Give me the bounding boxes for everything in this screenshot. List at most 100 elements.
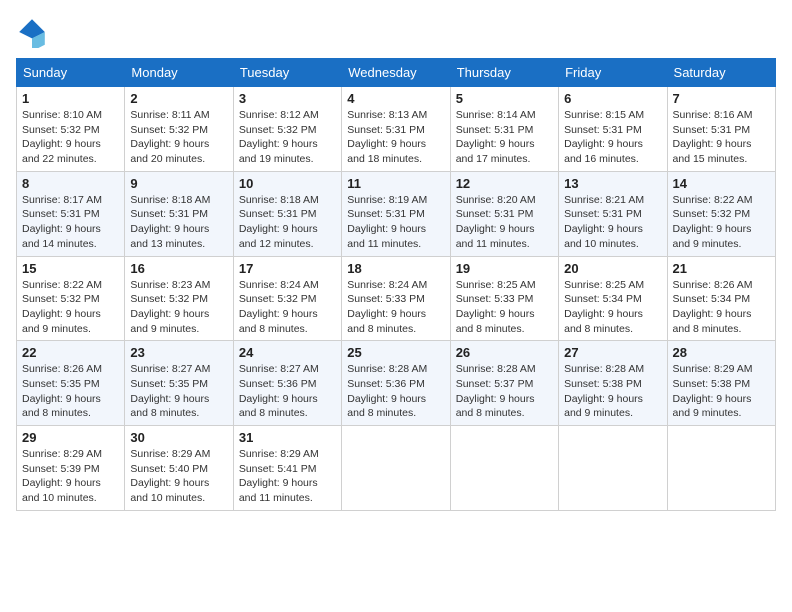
- calendar-week-row: 22Sunrise: 8:26 AM Sunset: 5:35 PM Dayli…: [17, 341, 776, 426]
- day-number: 23: [130, 345, 227, 360]
- day-info: Sunrise: 8:28 AM Sunset: 5:38 PM Dayligh…: [564, 362, 661, 421]
- calendar-cell: 10 Sunrise: 8:18 AM Sunset: 5:31 PM Dayli…: [233, 171, 341, 256]
- day-info: Sunrise: 8:24 AM Sunset: 5:33 PM Dayligh…: [347, 278, 444, 337]
- day-number: 19: [456, 261, 553, 276]
- calendar-cell: 30 Sunrise: 8:29 AM Sunset: 5:40 PM Dayli…: [125, 426, 233, 511]
- logo: [16, 16, 52, 48]
- calendar-cell: 21Sunrise: 8:26 AM Sunset: 5:34 PM Dayli…: [667, 256, 775, 341]
- calendar-cell: 16 Sunrise: 8:23 AM Sunset: 5:32 PM Dayli…: [125, 256, 233, 341]
- day-info: Sunrise: 8:10 AM Sunset: 5:32 PM Dayligh…: [22, 108, 119, 167]
- logo-icon: [16, 16, 48, 48]
- calendar-cell: 9Sunrise: 8:18 AM Sunset: 5:31 PM Daylig…: [125, 171, 233, 256]
- calendar-week-row: 1Sunrise: 8:10 AM Sunset: 5:32 PM Daylig…: [17, 87, 776, 172]
- day-info: Sunrise: 8:23 AM Sunset: 5:32 PM Dayligh…: [130, 278, 227, 337]
- day-info: Sunrise: 8:29 AM Sunset: 5:40 PM Dayligh…: [130, 447, 227, 506]
- day-number: 24: [239, 345, 336, 360]
- calendar-cell: 31Sunrise: 8:29 AM Sunset: 5:41 PM Dayli…: [233, 426, 341, 511]
- day-info: Sunrise: 8:27 AM Sunset: 5:36 PM Dayligh…: [239, 362, 336, 421]
- day-info: Sunrise: 8:15 AM Sunset: 5:31 PM Dayligh…: [564, 108, 661, 167]
- calendar-body: 1Sunrise: 8:10 AM Sunset: 5:32 PM Daylig…: [17, 87, 776, 511]
- calendar-cell: 25 Sunrise: 8:28 AM Sunset: 5:36 PM Dayli…: [342, 341, 450, 426]
- dow-header: Tuesday: [233, 59, 341, 87]
- day-info: Sunrise: 8:18 AM Sunset: 5:31 PM Dayligh…: [239, 193, 336, 252]
- day-info: Sunrise: 8:25 AM Sunset: 5:33 PM Dayligh…: [456, 278, 553, 337]
- calendar-cell: 5Sunrise: 8:14 AM Sunset: 5:31 PM Daylig…: [450, 87, 558, 172]
- day-info: Sunrise: 8:24 AM Sunset: 5:32 PM Dayligh…: [239, 278, 336, 337]
- day-number: 7: [673, 91, 770, 106]
- day-info: Sunrise: 8:17 AM Sunset: 5:31 PM Dayligh…: [22, 193, 119, 252]
- day-number: 6: [564, 91, 661, 106]
- dow-header: Wednesday: [342, 59, 450, 87]
- day-info: Sunrise: 8:25 AM Sunset: 5:34 PM Dayligh…: [564, 278, 661, 337]
- day-info: Sunrise: 8:26 AM Sunset: 5:35 PM Dayligh…: [22, 362, 119, 421]
- day-number: 20: [564, 261, 661, 276]
- page-header: [16, 16, 776, 48]
- calendar-cell: 4 Sunrise: 8:13 AM Sunset: 5:31 PM Daylig…: [342, 87, 450, 172]
- calendar-cell: 24 Sunrise: 8:27 AM Sunset: 5:36 PM Dayli…: [233, 341, 341, 426]
- day-number: 15: [22, 261, 119, 276]
- day-info: Sunrise: 8:28 AM Sunset: 5:36 PM Dayligh…: [347, 362, 444, 421]
- calendar-cell: 1Sunrise: 8:10 AM Sunset: 5:32 PM Daylig…: [17, 87, 125, 172]
- calendar-week-row: 8 Sunrise: 8:17 AM Sunset: 5:31 PM Daylig…: [17, 171, 776, 256]
- calendar-cell: [667, 426, 775, 511]
- calendar-cell: 26 Sunrise: 8:28 AM Sunset: 5:37 PM Dayli…: [450, 341, 558, 426]
- day-info: Sunrise: 8:19 AM Sunset: 5:31 PM Dayligh…: [347, 193, 444, 252]
- day-info: Sunrise: 8:26 AM Sunset: 5:34 PM Dayligh…: [673, 278, 770, 337]
- day-info: Sunrise: 8:29 AM Sunset: 5:39 PM Dayligh…: [22, 447, 119, 506]
- day-number: 25: [347, 345, 444, 360]
- day-number: 4: [347, 91, 444, 106]
- day-number: 18: [347, 261, 444, 276]
- day-info: Sunrise: 8:20 AM Sunset: 5:31 PM Dayligh…: [456, 193, 553, 252]
- day-info: Sunrise: 8:22 AM Sunset: 5:32 PM Dayligh…: [22, 278, 119, 337]
- calendar-cell: 19 Sunrise: 8:25 AM Sunset: 5:33 PM Dayli…: [450, 256, 558, 341]
- calendar-cell: 6 Sunrise: 8:15 AM Sunset: 5:31 PM Daylig…: [559, 87, 667, 172]
- calendar-cell: 23Sunrise: 8:27 AM Sunset: 5:35 PM Dayli…: [125, 341, 233, 426]
- day-number: 8: [22, 176, 119, 191]
- day-info: Sunrise: 8:28 AM Sunset: 5:37 PM Dayligh…: [456, 362, 553, 421]
- day-number: 2: [130, 91, 227, 106]
- day-number: 10: [239, 176, 336, 191]
- day-info: Sunrise: 8:13 AM Sunset: 5:31 PM Dayligh…: [347, 108, 444, 167]
- day-number: 5: [456, 91, 553, 106]
- day-number: 16: [130, 261, 227, 276]
- calendar-cell: 27 Sunrise: 8:28 AM Sunset: 5:38 PM Dayli…: [559, 341, 667, 426]
- day-number: 28: [673, 345, 770, 360]
- day-number: 13: [564, 176, 661, 191]
- calendar-cell: 7 Sunrise: 8:16 AM Sunset: 5:31 PM Daylig…: [667, 87, 775, 172]
- calendar-cell: 8 Sunrise: 8:17 AM Sunset: 5:31 PM Daylig…: [17, 171, 125, 256]
- calendar-cell: 28 Sunrise: 8:29 AM Sunset: 5:38 PM Dayli…: [667, 341, 775, 426]
- calendar-cell: 11 Sunrise: 8:19 AM Sunset: 5:31 PM Dayli…: [342, 171, 450, 256]
- day-number: 11: [347, 176, 444, 191]
- calendar-cell: 3 Sunrise: 8:12 AM Sunset: 5:32 PM Daylig…: [233, 87, 341, 172]
- calendar-cell: 13Sunrise: 8:21 AM Sunset: 5:31 PM Dayli…: [559, 171, 667, 256]
- calendar-cell: 18 Sunrise: 8:24 AM Sunset: 5:33 PM Dayli…: [342, 256, 450, 341]
- calendar-cell: 22Sunrise: 8:26 AM Sunset: 5:35 PM Dayli…: [17, 341, 125, 426]
- day-number: 3: [239, 91, 336, 106]
- day-info: Sunrise: 8:29 AM Sunset: 5:38 PM Dayligh…: [673, 362, 770, 421]
- calendar-cell: 29 Sunrise: 8:29 AM Sunset: 5:39 PM Dayli…: [17, 426, 125, 511]
- day-number: 26: [456, 345, 553, 360]
- day-number: 27: [564, 345, 661, 360]
- calendar-cell: 14Sunrise: 8:22 AM Sunset: 5:32 PM Dayli…: [667, 171, 775, 256]
- day-number: 30: [130, 430, 227, 445]
- calendar-cell: 17 Sunrise: 8:24 AM Sunset: 5:32 PM Dayli…: [233, 256, 341, 341]
- calendar-cell: [559, 426, 667, 511]
- calendar-cell: 2 Sunrise: 8:11 AM Sunset: 5:32 PM Daylig…: [125, 87, 233, 172]
- day-number: 29: [22, 430, 119, 445]
- day-info: Sunrise: 8:16 AM Sunset: 5:31 PM Dayligh…: [673, 108, 770, 167]
- dow-header: Saturday: [667, 59, 775, 87]
- days-of-week-row: SundayMondayTuesdayWednesdayThursdayFrid…: [17, 59, 776, 87]
- day-info: Sunrise: 8:18 AM Sunset: 5:31 PM Dayligh…: [130, 193, 227, 252]
- calendar-cell: [342, 426, 450, 511]
- day-info: Sunrise: 8:12 AM Sunset: 5:32 PM Dayligh…: [239, 108, 336, 167]
- dow-header: Friday: [559, 59, 667, 87]
- day-number: 17: [239, 261, 336, 276]
- calendar-cell: 15 Sunrise: 8:22 AM Sunset: 5:32 PM Dayli…: [17, 256, 125, 341]
- calendar-week-row: 15 Sunrise: 8:22 AM Sunset: 5:32 PM Dayli…: [17, 256, 776, 341]
- day-number: 12: [456, 176, 553, 191]
- day-info: Sunrise: 8:29 AM Sunset: 5:41 PM Dayligh…: [239, 447, 336, 506]
- day-info: Sunrise: 8:22 AM Sunset: 5:32 PM Dayligh…: [673, 193, 770, 252]
- dow-header: Sunday: [17, 59, 125, 87]
- calendar-table: SundayMondayTuesdayWednesdayThursdayFrid…: [16, 58, 776, 511]
- day-info: Sunrise: 8:11 AM Sunset: 5:32 PM Dayligh…: [130, 108, 227, 167]
